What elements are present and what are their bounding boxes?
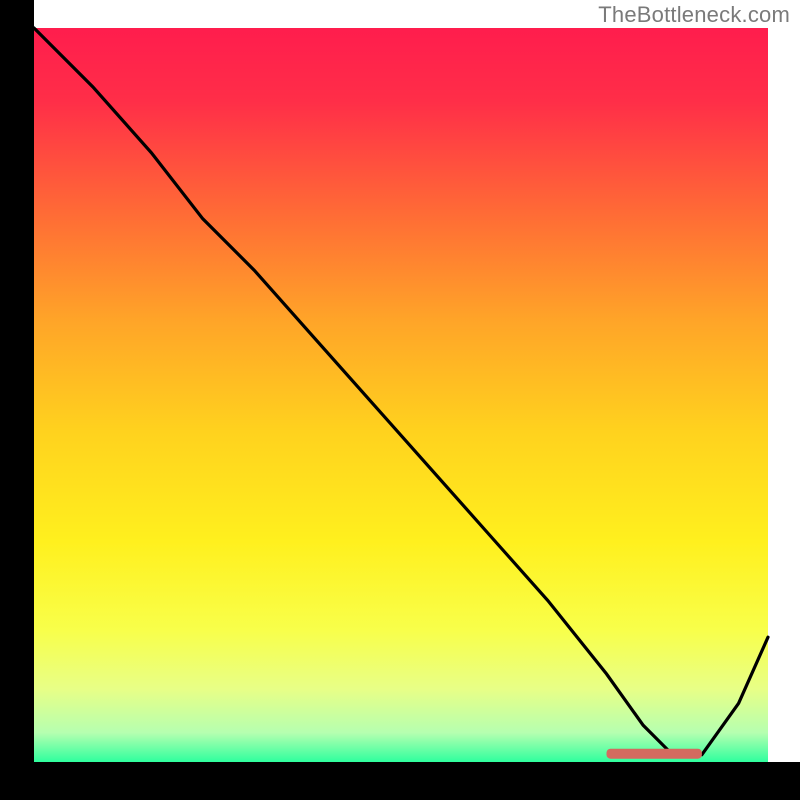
x-axis-bar xyxy=(0,762,800,800)
chart-svg xyxy=(0,0,800,800)
plot-background xyxy=(34,28,768,762)
y-axis-bar xyxy=(0,0,34,800)
watermark-text: TheBottleneck.com xyxy=(598,2,790,28)
chart-container: TheBottleneck.com xyxy=(0,0,800,800)
optimal-range-marker xyxy=(607,749,702,759)
